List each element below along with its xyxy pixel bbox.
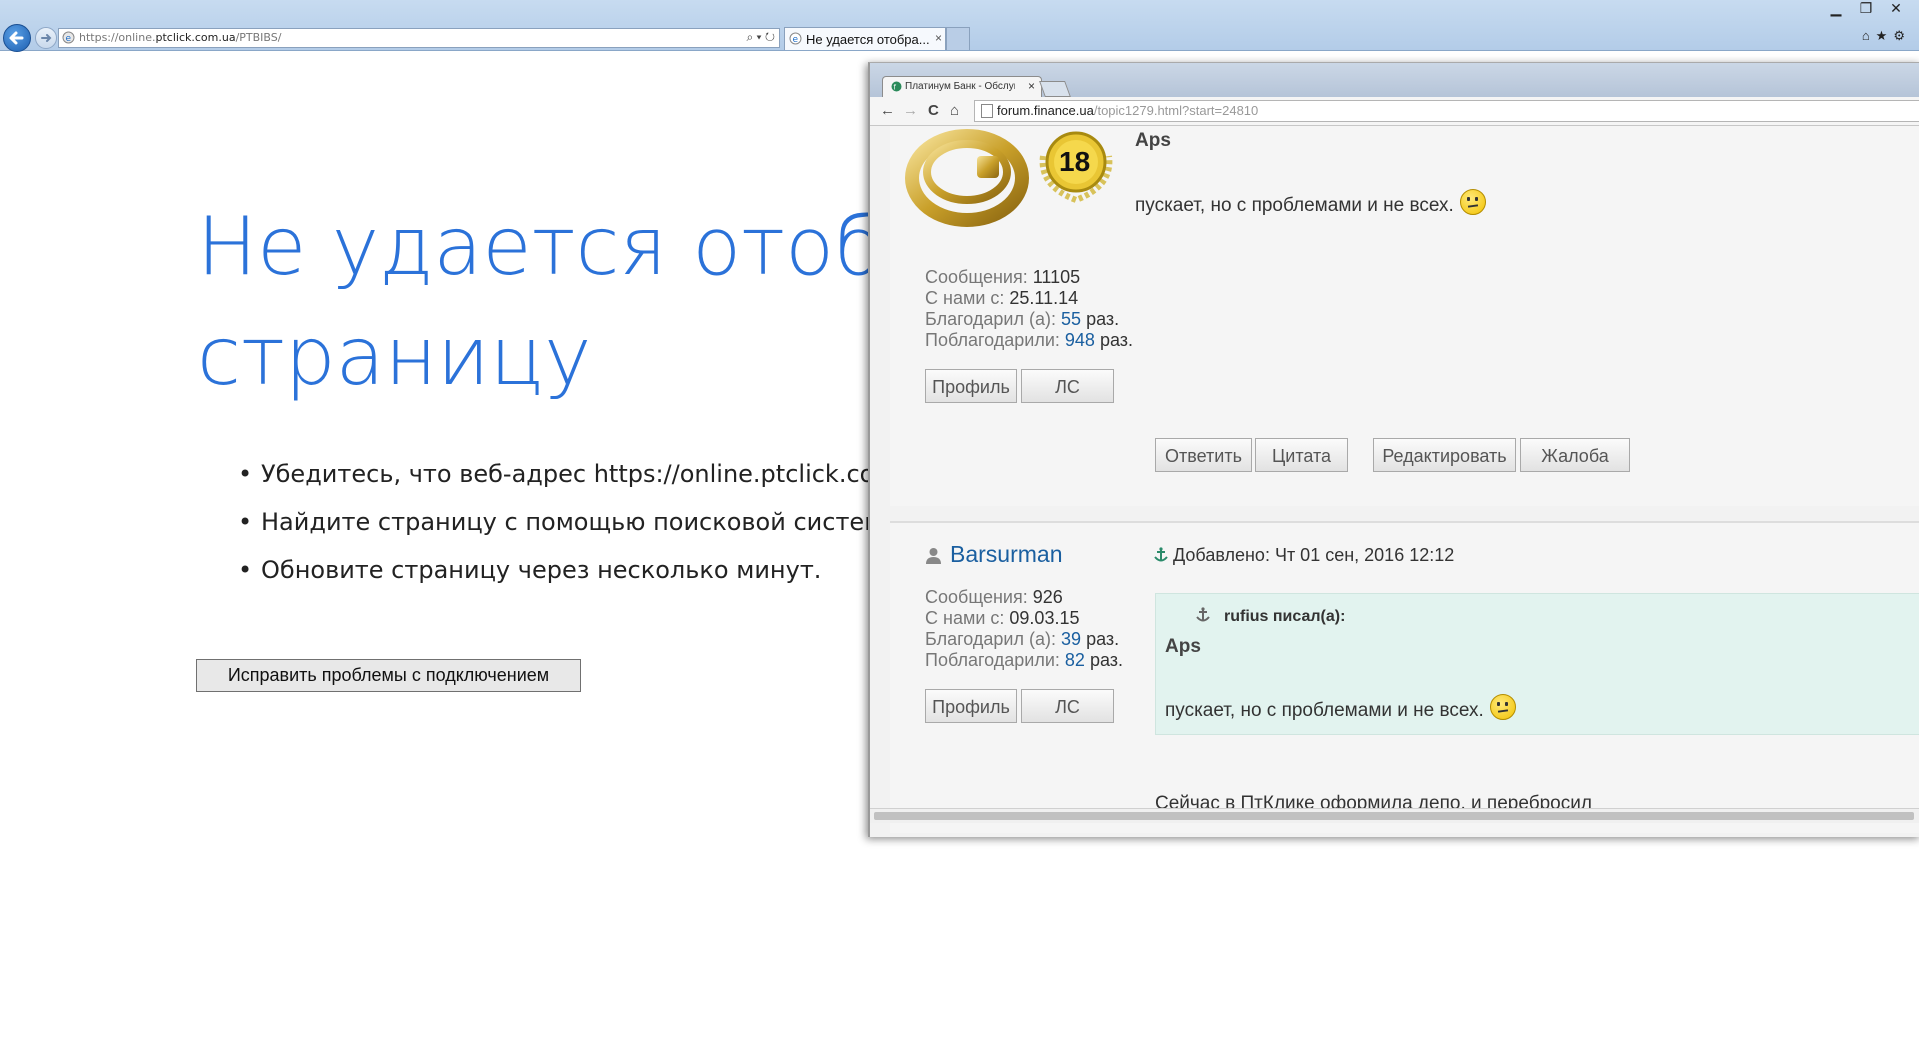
anchor-icon[interactable] bbox=[1154, 547, 1168, 563]
ie-page-icon: e bbox=[62, 31, 75, 44]
quoted-author: Aps bbox=[1165, 636, 1201, 657]
close-window-button[interactable]: ✕ bbox=[1881, 0, 1911, 17]
ie-titlebar: e https://online.ptclick.com.ua/PTBIBS/ … bbox=[0, 0, 1919, 52]
forward-arrow-icon bbox=[41, 34, 52, 42]
stat-since: С нами с: 25.11.14 bbox=[925, 288, 1079, 308]
ie-tab-icon: e bbox=[789, 32, 802, 45]
stat-since: С нами с: 09.03.15 bbox=[925, 608, 1080, 628]
suggestion-item: Обновите страницу через несколько минут. bbox=[238, 551, 935, 599]
home-icon[interactable]: ⌂ bbox=[950, 102, 959, 119]
window-controls: ▁ ❐ ✕ bbox=[1821, 0, 1911, 20]
post-message: пускает, но с проблемами и не всех. bbox=[1135, 189, 1486, 217]
chrome-tab-title: Платинум Банк - Обслуг bbox=[905, 81, 1015, 92]
confused-smiley-icon bbox=[1489, 694, 1516, 720]
fix-connection-button[interactable]: Исправить проблемы с подключением bbox=[196, 659, 581, 692]
reload-icon[interactable]: C bbox=[928, 102, 939, 119]
post-username[interactable]: Barsurman bbox=[950, 541, 1062, 568]
new-tab-button[interactable] bbox=[1039, 81, 1071, 97]
forum-post: 18 Aps пускает, но с проблемами и не все… bbox=[890, 126, 1919, 506]
stat-posts: Сообщения: 11105 bbox=[925, 267, 1081, 287]
minimize-button[interactable]: ▁ bbox=[1821, 0, 1851, 17]
profile-button[interactable]: Профиль bbox=[925, 369, 1017, 403]
rank-number: 18 bbox=[1059, 146, 1091, 177]
back-arrow-icon bbox=[9, 31, 24, 45]
report-button[interactable]: Жалоба bbox=[1520, 438, 1630, 472]
new-tab-button[interactable] bbox=[946, 27, 970, 50]
horizontal-scrollbar[interactable] bbox=[870, 808, 1919, 823]
error-title: Не удается отобра страницу bbox=[197, 192, 983, 412]
forum-post: Barsurman Добавлено: Чт 01 сен, 2016 12:… bbox=[890, 521, 1919, 833]
forum-favicon-icon: f bbox=[891, 81, 902, 92]
ring-avatar bbox=[905, 129, 1029, 227]
chrome-tabstrip: f Платинум Банк - Обслуг × bbox=[870, 63, 1919, 98]
quote-button[interactable]: Цитата bbox=[1255, 438, 1348, 472]
svg-text:e: e bbox=[793, 35, 799, 45]
edit-button[interactable]: Редактировать bbox=[1373, 438, 1516, 472]
pm-button[interactable]: ЛС bbox=[1021, 689, 1114, 723]
stat-was-thanked: Поблагодарили: 948 раз. bbox=[925, 330, 1134, 350]
pm-button[interactable]: ЛС bbox=[1021, 369, 1114, 403]
suggestion-item: Найдите страницу с помощью поисковой сис… bbox=[238, 503, 935, 551]
quoted-message: пускает, но с проблемами и не всех. bbox=[1165, 694, 1516, 722]
stat-thanked: Благодарил (а): 55 раз. bbox=[925, 309, 1120, 329]
error-suggestions: Убедитесь, что веб-адрес https://online.… bbox=[238, 455, 935, 599]
page-icon bbox=[981, 104, 993, 118]
post-date: Добавлено: Чт 01 сен, 2016 12:12 bbox=[1154, 545, 1454, 566]
svg-text:e: e bbox=[66, 34, 72, 44]
reply-button[interactable]: Ответить bbox=[1155, 438, 1252, 472]
maximize-button[interactable]: ❐ bbox=[1851, 0, 1881, 17]
stat-thanked: Благодарил (а): 39 раз. bbox=[925, 629, 1120, 649]
user-stats: Сообщения: 11105 С нами с: 25.11.14 Благ… bbox=[925, 267, 1133, 351]
user-icon bbox=[926, 548, 941, 564]
ie-tab-title: Не удается отобра... bbox=[806, 32, 930, 47]
error-title-line1: Не удается отобра bbox=[197, 200, 983, 293]
chrome-window: f Платинум Банк - Обслуг × ← → C ⌂ forum… bbox=[868, 62, 1919, 837]
quoted-author: Aps bbox=[1135, 130, 1171, 151]
scrollbar-thumb[interactable] bbox=[874, 812, 1914, 820]
search-refresh-icons[interactable]: ⌕ ▾ ↻ bbox=[746, 30, 775, 45]
stat-posts: Сообщения: 926 bbox=[925, 587, 1063, 607]
forum-page: 18 Aps пускает, но с проблемами и не все… bbox=[870, 126, 1919, 833]
chrome-toolbar: ← → C ⌂ forum.finance.ua/topic1279.html?… bbox=[870, 97, 1919, 126]
suggestion-item: Убедитесь, что веб-адрес https://online.… bbox=[238, 455, 935, 503]
anchor-icon bbox=[1196, 607, 1210, 622]
ie-active-tab[interactable]: e Не удается отобра... × bbox=[784, 27, 946, 50]
forward-arrow-icon[interactable]: → bbox=[903, 102, 918, 119]
profile-button[interactable]: Профиль bbox=[925, 689, 1017, 723]
home-favorites-tools-icons[interactable]: ⌂★⚙ bbox=[1862, 28, 1911, 44]
back-button[interactable] bbox=[3, 24, 31, 52]
address-bar[interactable]: e https://online.ptclick.com.ua/PTBIBS/ … bbox=[58, 28, 780, 48]
omnibox-url: forum.finance.ua/topic1279.html?start=24… bbox=[997, 103, 1259, 118]
omnibox[interactable]: forum.finance.ua/topic1279.html?start=24… bbox=[974, 100, 1919, 122]
user-stats: Сообщения: 926 С нами с: 09.03.15 Благод… bbox=[925, 587, 1123, 671]
address-url: https://online.ptclick.com.ua/PTBIBS/ bbox=[79, 31, 282, 44]
quote-block: rufius писал(а): Aps пускает, но с пробл… bbox=[1155, 593, 1919, 735]
stat-was-thanked: Поблагодарили: 82 раз. bbox=[925, 650, 1124, 670]
quote-header: rufius писал(а): bbox=[1224, 608, 1346, 625]
chrome-active-tab[interactable]: f Платинум Банк - Обслуг × bbox=[882, 76, 1042, 98]
close-tab-icon[interactable]: × bbox=[935, 31, 942, 45]
confused-smiley-icon bbox=[1459, 189, 1486, 215]
back-arrow-icon[interactable]: ← bbox=[880, 102, 895, 119]
forward-button[interactable] bbox=[35, 27, 57, 49]
close-tab-icon[interactable]: × bbox=[1028, 79, 1035, 93]
error-title-line2: страницу bbox=[197, 310, 592, 403]
